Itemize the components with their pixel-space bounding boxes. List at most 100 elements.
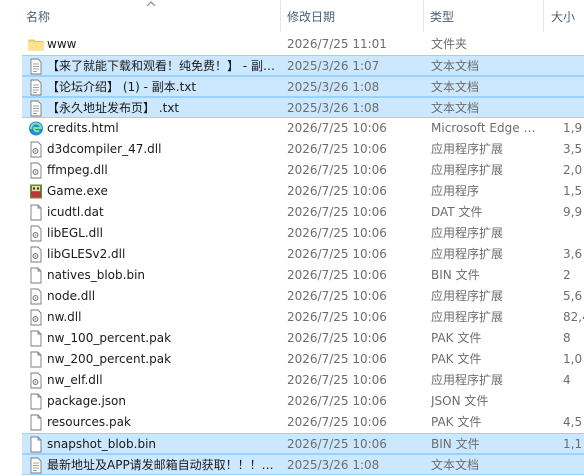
file-size: 1,0: [563, 352, 583, 366]
dll-file-icon: [30, 309, 42, 326]
file-row[interactable]: d3dcompiler_47.dll 2026/7/25 10:06 应用程序扩展 3…: [22, 139, 584, 160]
file-row[interactable]: natives_blob.bin 2026/7/25 10:06 BIN 文件 2: [22, 265, 584, 286]
file-name: nw.dll: [47, 310, 82, 324]
column-divider[interactable]: [280, 0, 281, 32]
file-row[interactable]: libEGL.dll 2026/7/25 10:06 应用程序扩展: [22, 223, 584, 244]
file-row[interactable]: 最新地址及APP请发邮箱自动获取！！！… 2025/3/26 1:08 文本文档: [22, 454, 584, 475]
file-size: 2: [563, 268, 571, 282]
file-modified-date: 2026/7/25 10:06: [287, 394, 387, 408]
column-header-size[interactable]: 大小: [551, 8, 575, 25]
file-modified-date: 2025/3/26 1:08: [287, 458, 380, 472]
file-row[interactable]: 【来了就能下载和观看！纯免费！】 - 副… 2025/3/26 1:07 文本文档: [22, 55, 584, 76]
file-name: 【永久地址发布页】 .txt: [47, 101, 180, 115]
column-header-type[interactable]: 类型: [430, 8, 454, 25]
file-name: Game.exe: [47, 184, 108, 198]
file-row[interactable]: resources.pak 2026/7/25 10:06 PAK 文件 4,5: [22, 412, 584, 433]
file-name: www: [47, 37, 77, 51]
file-size: [563, 391, 584, 412]
file-name: nw_100_percent.pak: [47, 331, 172, 345]
file-name: package.json: [47, 394, 127, 408]
file-type: 文本文档: [431, 101, 480, 115]
file-size: 3,5: [563, 142, 583, 156]
column-header-name[interactable]: 名称: [26, 8, 50, 25]
file-row[interactable]: package.json 2026/7/25 10:06 JSON 文件: [22, 391, 584, 412]
file-row[interactable]: credits.html 2026/7/25 10:06 Microsoft Edg…: [22, 118, 584, 139]
file-type: 文本文档: [431, 458, 480, 472]
text-file-icon: [30, 58, 42, 75]
file-name: icudtl.dat: [47, 205, 104, 219]
file-type: JSON 文件: [431, 394, 489, 408]
file-type: 应用程序扩展: [431, 373, 504, 387]
file-icon: [30, 436, 42, 453]
file-modified-date: 2026/7/25 10:06: [287, 226, 387, 240]
file-name: 【论坛介绍】 (1) - 副本.txt: [47, 80, 197, 94]
file-name: d3dcompiler_47.dll: [47, 142, 162, 156]
file-row[interactable]: nw_elf.dll 2026/7/25 10:06 应用程序扩展 4: [22, 370, 584, 391]
column-header-bar: 名称 修改日期 类型 大小: [0, 0, 584, 32]
file-modified-date: 2026/7/25 10:06: [287, 415, 387, 429]
file-modified-date: 2026/7/25 11:01: [287, 37, 387, 51]
file-size: 3,6: [563, 247, 583, 261]
dll-file-icon: [30, 288, 42, 305]
file-type: 应用程序扩展: [431, 247, 504, 261]
sort-ascending-icon[interactable]: [145, 0, 157, 8]
dll-file-icon: [30, 225, 42, 242]
edge-icon: [29, 121, 43, 136]
file-row[interactable]: nw.dll 2026/7/25 10:06 应用程序扩展 82,4: [22, 307, 584, 328]
dll-file-icon: [30, 372, 42, 389]
file-size: 8: [563, 331, 571, 345]
file-icon: [30, 414, 42, 431]
file-type: PAK 文件: [431, 415, 482, 429]
file-name: 最新地址及APP请发邮箱自动获取！！！…: [47, 458, 274, 472]
file-row[interactable]: snapshot_blob.bin 2026/7/25 10:06 BIN 文件 1,…: [22, 433, 584, 454]
file-name: node.dll: [47, 289, 96, 303]
file-modified-date: 2025/3/26 1:07: [287, 59, 380, 73]
dll-file-icon: [30, 141, 42, 158]
file-size: [563, 77, 584, 98]
file-icon: [30, 330, 42, 347]
file-size: 1,1: [563, 437, 583, 451]
file-modified-date: 2026/7/25 10:06: [287, 289, 387, 303]
file-size: 4: [563, 373, 571, 387]
file-row[interactable]: nw_100_percent.pak 2026/7/25 10:06 PAK 文件 8: [22, 328, 584, 349]
file-row[interactable]: nw_200_percent.pak 2026/7/25 10:06 PAK 文件 1…: [22, 349, 584, 370]
file-name: nw_elf.dll: [47, 373, 103, 387]
file-name: libEGL.dll: [47, 226, 103, 240]
file-modified-date: 2026/7/25 10:06: [287, 142, 387, 156]
file-modified-date: 2025/3/26 1:08: [287, 101, 380, 115]
file-row[interactable]: 【永久地址发布页】 .txt 2025/3/26 1:08 文本文档: [22, 97, 584, 118]
file-row[interactable]: 【论坛介绍】 (1) - 副本.txt 2025/3/26 1:08 文本文档: [22, 76, 584, 97]
file-name: snapshot_blob.bin: [47, 437, 157, 451]
file-row[interactable]: www 2026/7/25 11:01 文件夹: [22, 34, 584, 55]
file-row[interactable]: ffmpeg.dll 2026/7/25 10:06 应用程序扩展 2,0: [22, 160, 584, 181]
file-size: 82,4: [563, 310, 584, 324]
file-type: 文本文档: [431, 80, 480, 94]
column-divider[interactable]: [423, 0, 424, 32]
column-divider[interactable]: [543, 0, 544, 32]
file-modified-date: 2026/7/25 10:06: [287, 247, 387, 261]
file-row[interactable]: node.dll 2026/7/25 10:06 应用程序扩展 5,6: [22, 286, 584, 307]
file-type: BIN 文件: [431, 437, 480, 451]
file-type: 文件夹: [431, 37, 468, 51]
file-name: 【来了就能下载和观看！纯免费！】 - 副…: [47, 59, 275, 73]
file-row[interactable]: icudtl.dat 2026/7/25 10:06 DAT 文件 9,9: [22, 202, 584, 223]
file-row[interactable]: libGLESv2.dll 2026/7/25 10:06 应用程序扩展 3,6: [22, 244, 584, 265]
text-file-icon: [30, 457, 42, 474]
file-row[interactable]: Game.exe 2026/7/25 10:06 应用程序 1,5: [22, 181, 584, 202]
file-type: 应用程序扩展: [431, 289, 504, 303]
file-type: 应用程序扩展: [431, 142, 504, 156]
file-name: natives_blob.bin: [47, 268, 146, 282]
file-modified-date: 2026/7/25 10:06: [287, 352, 387, 366]
text-file-icon: [30, 79, 42, 96]
text-file-icon: [30, 100, 42, 117]
file-name: nw_200_percent.pak: [47, 352, 172, 366]
column-header-date[interactable]: 修改日期: [287, 8, 335, 25]
file-modified-date: 2026/7/25 10:06: [287, 437, 387, 451]
file-type: PAK 文件: [431, 331, 482, 345]
dll-file-icon: [30, 246, 42, 263]
file-type: 文本文档: [431, 59, 480, 73]
file-modified-date: 2026/7/25 10:06: [287, 163, 387, 177]
file-size: 1,5: [563, 184, 583, 198]
file-type: 应用程序扩展: [431, 226, 504, 240]
folder-icon: [28, 39, 44, 51]
